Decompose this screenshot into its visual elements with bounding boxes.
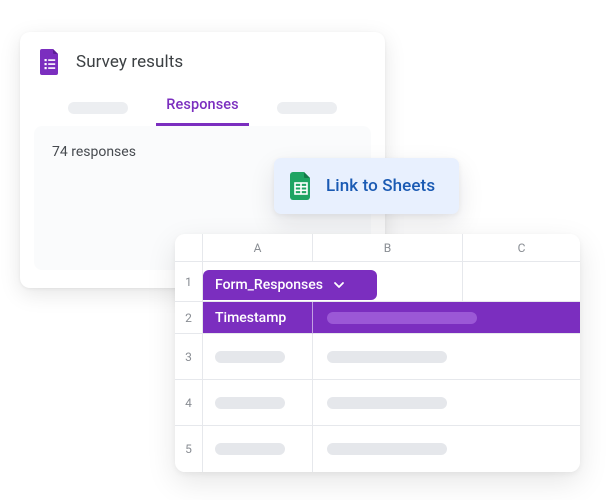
placeholder-pill <box>215 351 285 363</box>
header-cell-timestamp[interactable]: Timestamp <box>203 302 313 334</box>
placeholder-pill <box>327 397 447 409</box>
cell-3a[interactable] <box>203 334 313 380</box>
forms-header: Survey results <box>20 32 385 84</box>
row-header-5[interactable]: 5 <box>175 426 203 472</box>
column-header-b[interactable]: B <box>313 234 463 262</box>
tab-placeholder-left[interactable] <box>68 102 128 114</box>
tab-placeholder-right[interactable] <box>277 102 337 114</box>
placeholder-pill <box>327 443 447 455</box>
row-header-1[interactable]: 1 <box>175 262 203 302</box>
column-header-a[interactable]: A <box>203 234 313 262</box>
cell-5bc[interactable] <box>313 426 580 472</box>
placeholder-pill <box>215 397 285 409</box>
corner-cell <box>175 234 203 262</box>
sheet-tab-dropdown[interactable]: Form_Responses <box>203 270 377 300</box>
sheet-tab-cell: Form_Responses <box>203 262 463 302</box>
placeholder-pill <box>215 443 285 455</box>
cell-4a[interactable] <box>203 380 313 426</box>
header-placeholder <box>327 312 477 324</box>
spreadsheet-grid: A B C 1 Form_Responses 2 Timestamp 3 4 <box>175 234 580 472</box>
sheets-icon <box>290 172 312 200</box>
forms-tabs: Responses <box>20 84 385 126</box>
chevron-down-icon <box>333 279 345 291</box>
link-to-sheets-label: Link to Sheets <box>326 176 435 196</box>
cell-3bc[interactable] <box>313 334 580 380</box>
tab-responses[interactable]: Responses <box>156 90 248 126</box>
cell-5a[interactable] <box>203 426 313 472</box>
forms-icon <box>40 48 62 76</box>
forms-title: Survey results <box>76 52 183 72</box>
placeholder-pill <box>327 351 447 363</box>
header-cell-rest[interactable] <box>313 302 580 334</box>
row-header-2[interactable]: 2 <box>175 302 203 334</box>
row-header-3[interactable]: 3 <box>175 334 203 380</box>
spreadsheet-card: A B C 1 Form_Responses 2 Timestamp 3 4 <box>175 234 580 472</box>
cell-1c[interactable] <box>463 262 580 302</box>
link-to-sheets-button[interactable]: Link to Sheets <box>274 158 459 214</box>
cell-4bc[interactable] <box>313 380 580 426</box>
sheet-tab-label: Form_Responses <box>215 277 323 293</box>
column-header-c[interactable]: C <box>463 234 580 262</box>
row-header-4[interactable]: 4 <box>175 380 203 426</box>
